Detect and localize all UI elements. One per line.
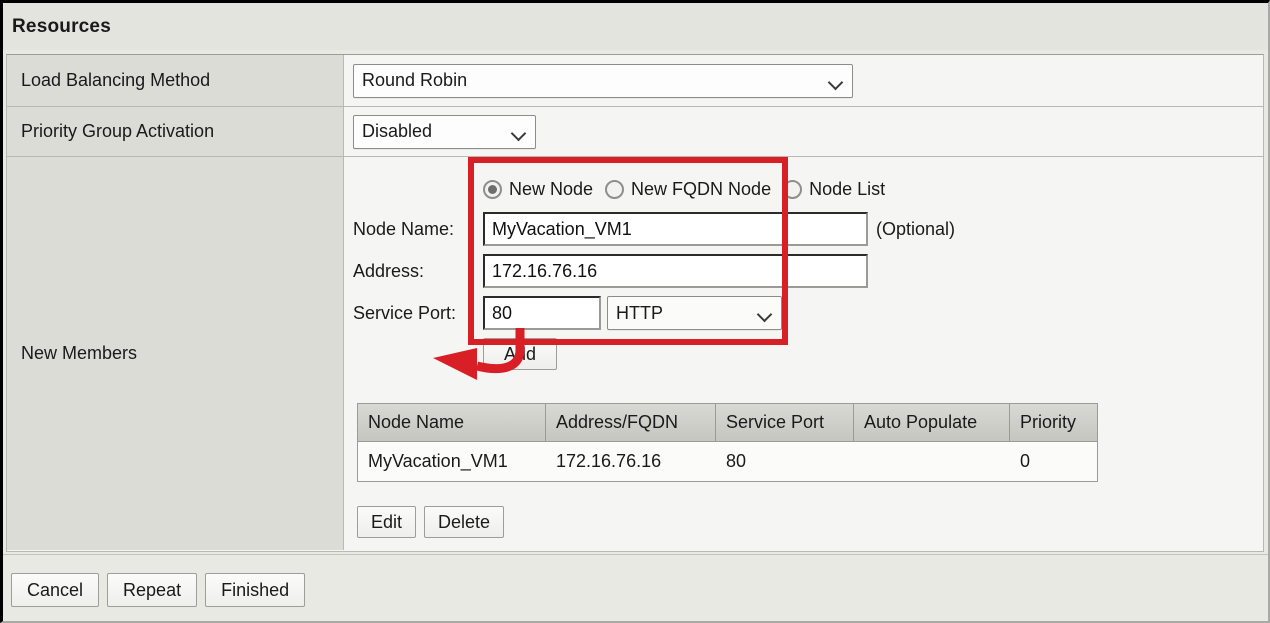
radio-unselected-icon[interactable] <box>783 179 803 199</box>
row-load-balancing-method: Load Balancing Method Round Robin <box>7 55 1263 107</box>
cell-service-port: 80 <box>726 451 747 471</box>
label-load-balancing-method: Load Balancing Method <box>7 55 344 106</box>
radio-label-node-list: Node List <box>809 178 886 199</box>
radio-label-new-node: New Node <box>509 178 594 199</box>
add-button-row: Add <box>353 338 1263 370</box>
table-row[interactable]: MyVacation_VM1 172.16.76.16 80 0 <box>358 442 1097 481</box>
radio-label-new-fqdn-node: New FQDN Node <box>631 178 772 199</box>
footer-buttons: Cancel Repeat Finished <box>3 555 1268 607</box>
finished-button[interactable]: Finished <box>205 573 306 607</box>
label-new-members: New Members <box>7 157 344 550</box>
label-address: Address: <box>353 260 425 281</box>
radio-selected-icon[interactable] <box>483 179 502 199</box>
radio-option-new-node[interactable]: New Node <box>483 179 593 200</box>
service-port-protocol-value: HTTP <box>616 302 663 323</box>
field-row-node-name: Node Name: MyVacation_VM1 (Optional) <box>353 212 1263 246</box>
label-priority-group-activation: Priority Group Activation <box>7 107 344 156</box>
radio-option-new-fqdn-node[interactable]: New FQDN Node <box>605 179 771 200</box>
column-header-priority: Priority <box>1010 404 1097 442</box>
node-source-radio-group: New Node New FQDN Node Node List <box>353 175 1263 203</box>
column-header-service-port: Service Port <box>716 404 854 442</box>
chevron-down-icon <box>757 305 773 321</box>
resources-property-table: Load Balancing Method Round Robin Priori… <box>6 54 1264 552</box>
node-name-input[interactable]: MyVacation_VM1 <box>483 212 868 246</box>
value-priority-group-activation: Disabled <box>344 107 1263 156</box>
node-name-optional-hint: (Optional) <box>876 218 956 239</box>
value-load-balancing-method: Round Robin <box>344 55 1263 106</box>
footer-toolbar: Cancel Repeat Finished <box>3 554 1268 620</box>
service-port-input[interactable]: 80 <box>483 296 601 330</box>
app-screen: Resources Load Balancing Method Round Ro… <box>0 0 1270 623</box>
cell-node-name: MyVacation_VM1 <box>368 451 508 471</box>
column-header-address-fqdn: Address/FQDN <box>546 404 716 442</box>
radio-unselected-icon[interactable] <box>605 179 625 199</box>
row-priority-group-activation: Priority Group Activation Disabled <box>7 107 1263 157</box>
label-service-port: Service Port: <box>353 302 457 323</box>
service-port-protocol-select[interactable]: HTTP <box>607 296 782 330</box>
cell-auto-populate <box>854 442 1010 481</box>
value-new-members: New Node New FQDN Node Node List Node Na… <box>344 157 1263 550</box>
label-node-name: Node Name: <box>353 218 455 239</box>
radio-option-node-list[interactable]: Node List <box>783 179 885 200</box>
members-table-header: Node Name Address/FQDN Service Port Auto… <box>358 404 1097 442</box>
address-input[interactable]: 172.16.76.16 <box>483 254 868 288</box>
page-title: Resources <box>12 15 111 37</box>
column-header-node-name: Node Name <box>358 404 546 442</box>
new-members-panel: New Node New FQDN Node Node List Node Na… <box>353 157 1263 538</box>
chevron-down-icon <box>511 124 527 140</box>
members-table: Node Name Address/FQDN Service Port Auto… <box>357 403 1098 482</box>
load-balancing-method-select[interactable]: Round Robin <box>353 63 853 98</box>
cell-address-fqdn: 172.16.76.16 <box>556 451 662 471</box>
members-table-actions: Edit Delete <box>357 506 505 538</box>
chevron-down-icon <box>828 73 844 89</box>
field-row-service-port: Service Port: 80 HTTP <box>353 296 1263 330</box>
repeat-button[interactable]: Repeat <box>107 573 198 607</box>
delete-button[interactable]: Delete <box>424 506 505 538</box>
row-new-members: New Members New Node New FQDN Node Node … <box>7 157 1263 550</box>
add-button[interactable]: Add <box>483 338 558 370</box>
field-row-address: Address: 172.16.76.16 <box>353 254 1263 288</box>
cancel-button[interactable]: Cancel <box>11 573 100 607</box>
priority-group-activation-select[interactable]: Disabled <box>353 114 536 149</box>
edit-button[interactable]: Edit <box>357 506 417 538</box>
column-header-auto-populate: Auto Populate <box>854 404 1010 442</box>
section-header: Resources <box>3 3 1268 50</box>
cell-priority: 0 <box>1020 451 1031 471</box>
priority-group-activation-value: Disabled <box>362 121 433 141</box>
load-balancing-method-value: Round Robin <box>362 70 468 90</box>
